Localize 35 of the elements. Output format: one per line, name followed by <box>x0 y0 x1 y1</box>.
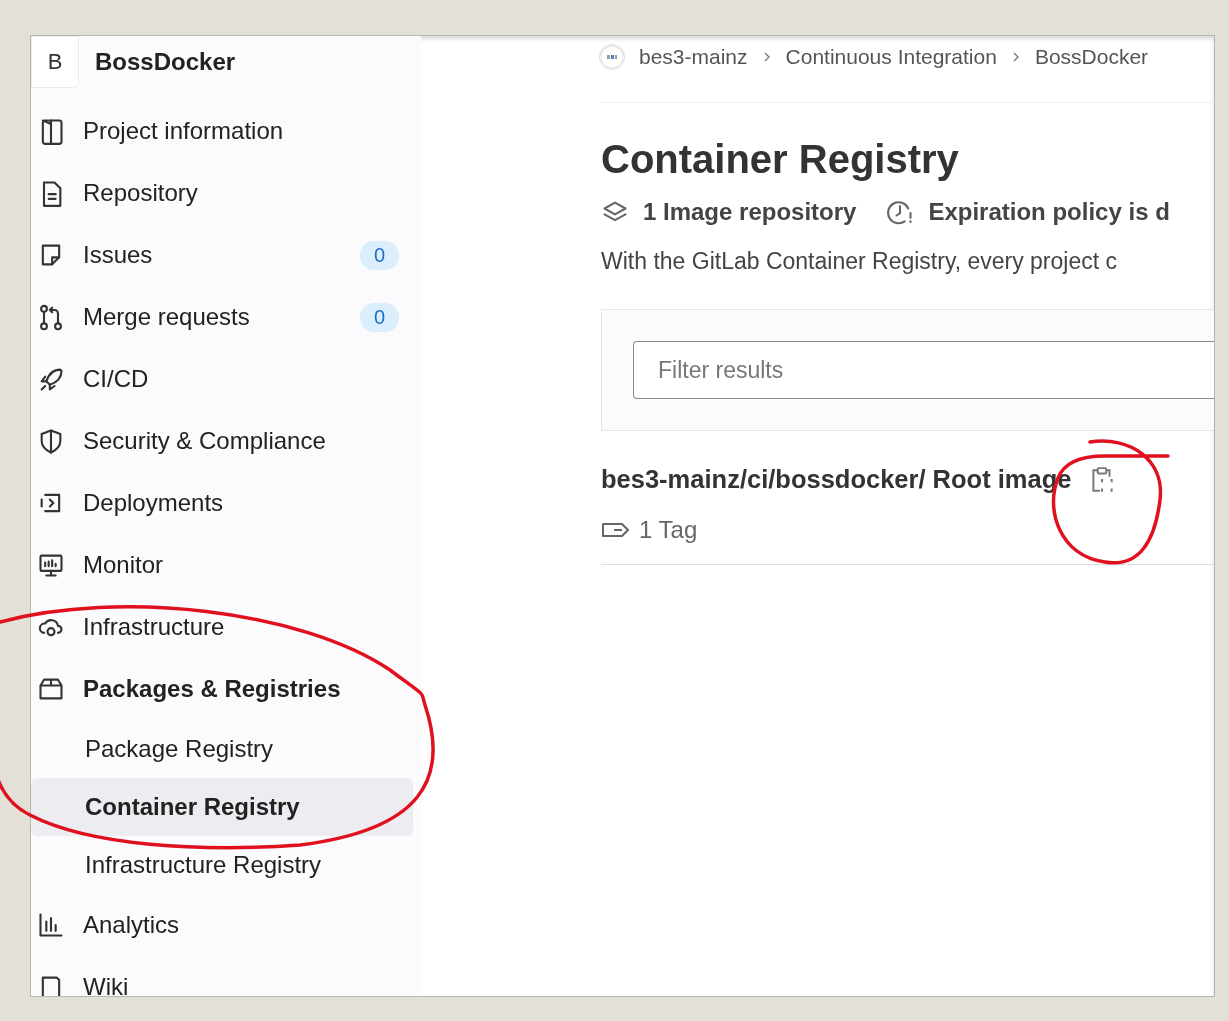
sidebar-item[interactable]: Infrastructure <box>31 596 413 658</box>
merge-request-icon <box>37 303 65 331</box>
group-avatar-icon <box>599 44 625 70</box>
breadcrumb-link[interactable]: BossDocker <box>1034 45 1149 69</box>
sidebar-item[interactable]: Packages & Registries <box>31 658 413 720</box>
project-avatar: B <box>31 36 79 88</box>
sidebar-item[interactable]: Container Registry <box>31 778 413 836</box>
count-badge: 0 <box>359 240 399 270</box>
sidebar-item[interactable]: Analytics <box>31 894 413 956</box>
page-title: Container Registry <box>601 137 960 182</box>
description-text: With the GitLab Container Registry, every project c <box>601 248 1118 275</box>
sidebar-item[interactable]: CI/CD <box>31 348 413 410</box>
sidebar-item[interactable]: Wiki <box>31 956 413 996</box>
sidebar-item[interactable]: Package Registry <box>31 720 413 778</box>
sidebar-item[interactable]: Repository <box>31 162 413 224</box>
sidebar-item[interactable]: Issues 0 <box>31 224 413 286</box>
sidebar-item[interactable]: Project information <box>31 100 413 162</box>
stat-text: 1 Image repository <box>643 198 857 226</box>
breadcrumb-link[interactable]: Continuous Integration <box>785 45 997 69</box>
count-badge: 0 <box>359 302 399 332</box>
tag-icon <box>601 520 631 540</box>
sidebar-item[interactable]: Monitor <box>31 534 413 596</box>
sidebar-item[interactable]: Infrastructure Registry <box>31 836 413 894</box>
sidebar-item[interactable]: Security & Compliance <box>31 410 413 472</box>
filter-field[interactable]: Filter results <box>633 341 1214 399</box>
breadcrumb-link[interactable]: bes3-mainz <box>639 45 748 69</box>
project-name[interactable]: BossDocker <box>95 48 236 76</box>
bar-chart-icon <box>37 911 65 939</box>
clock-icon <box>886 198 915 226</box>
sidebar-item[interactable]: Deployments <box>31 472 413 534</box>
stat-text: Expiration policy is d <box>928 198 1170 226</box>
clipboard-icon <box>1089 465 1116 494</box>
sidebar-item[interactable]: Merge requests 0 <box>31 286 413 348</box>
copy-button[interactable] <box>1089 465 1116 494</box>
tag-count: 1 Tag <box>639 516 698 544</box>
